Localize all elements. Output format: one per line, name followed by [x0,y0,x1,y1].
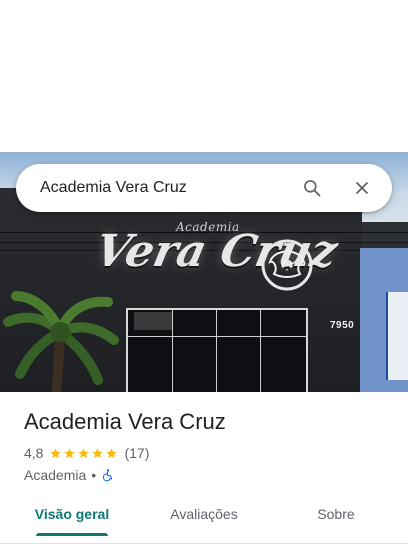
review-count[interactable]: (17) [124,445,149,461]
window-reflection [134,312,172,330]
lion-logo-icon [261,239,313,291]
window-divider [260,310,261,392]
search-icon [304,180,321,197]
place-page: Academia Vera Cruz 7950 Academia Vera Cr… [0,0,408,544]
wheelchair-icon [102,469,113,482]
active-tab-indicator [36,533,108,536]
clear-button[interactable] [346,172,378,204]
building-number: 7950 [330,320,355,331]
place-title: Academia Vera Cruz [24,409,226,434]
storefront-windows [126,308,308,392]
rating-row[interactable]: 4,8 (17) [24,444,149,462]
category-separator: • [91,467,97,483]
place-tabs: Visão geral Avaliações Sobre [0,492,408,544]
category-label: Academia [24,467,87,483]
neighbor-poster [386,292,408,380]
search-input[interactable]: Academia Vera Cruz [40,179,278,197]
search-bar[interactable]: Academia Vera Cruz [16,164,392,212]
tab-overview[interactable]: Visão geral [24,492,120,536]
search-button[interactable] [296,172,328,204]
window-divider-horizontal [128,336,306,337]
rating-value: 4,8 [24,445,44,461]
tab-about[interactable]: Sobre [288,492,384,536]
tab-reviews[interactable]: Avaliações [156,492,252,536]
window-divider [172,310,173,392]
star-icon [92,447,104,458]
star-icon [64,447,76,458]
category-row: Academia • [24,466,115,484]
star-icon [106,447,118,458]
close-icon [356,182,368,194]
star-icon [78,447,90,458]
star-icon [50,447,62,458]
window-divider [216,310,217,392]
star-rating [49,447,118,460]
